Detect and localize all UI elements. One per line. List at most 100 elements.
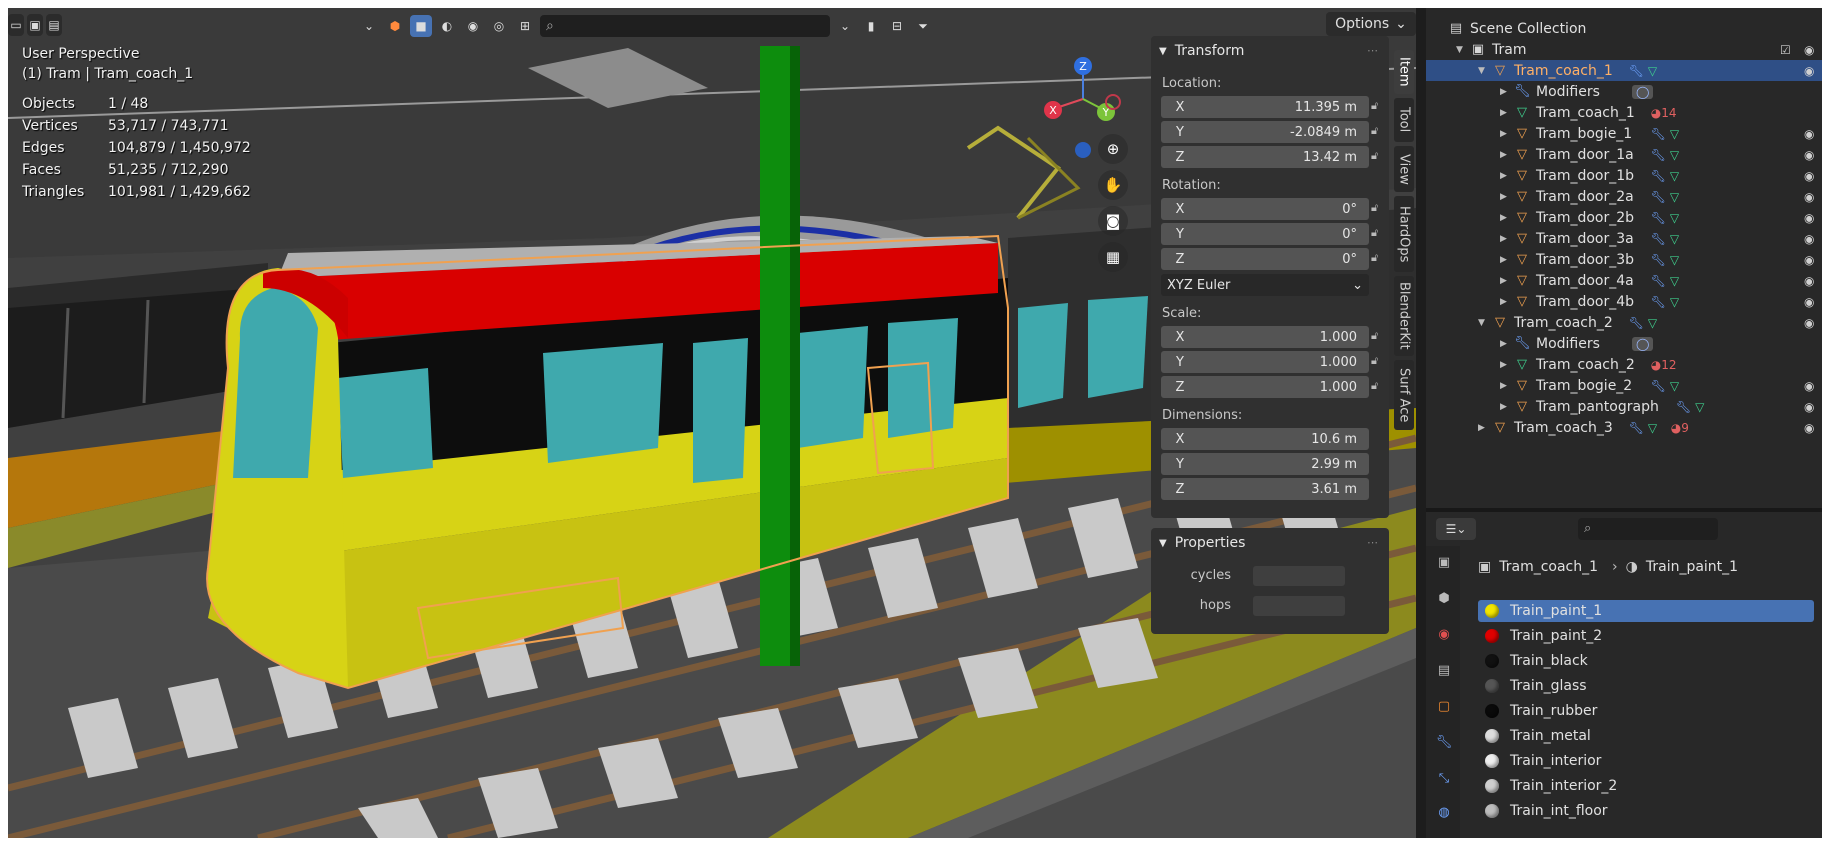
disclosure-collapsed-icon[interactable]: ▶ [1500, 171, 1507, 181]
scale-x-field[interactable]: X 1.000 [1161, 326, 1369, 348]
physics-tab-icon[interactable]: ◍ [1435, 804, 1453, 822]
location-x-field[interactable]: X 11.395 m [1161, 96, 1369, 118]
outliner-row[interactable]: ▶ ▽ Tram_door_3a 🔧︎ ▽ ◉ [1426, 228, 1822, 249]
outliner-row[interactable]: ▶ ▽ Tram_door_3b 🔧︎ ▽ ◉ [1426, 249, 1822, 270]
disclosure-collapsed-icon[interactable]: ▶ [1500, 108, 1507, 118]
scale-z-field[interactable]: Z 1.000 [1161, 376, 1369, 398]
disclosure-collapsed-icon[interactable]: ▶ [1500, 360, 1507, 370]
hand-pan-icon[interactable]: ✋ [1098, 170, 1128, 200]
outliner-row[interactable]: ▼ ▽ Tram_coach_1 🔧︎ ▽ ◉ [1426, 60, 1822, 81]
properties-header[interactable]: ▼ Properties [1159, 530, 1245, 556]
material-slot[interactable]: Train_glass [1478, 675, 1814, 697]
visibility-eye-icon[interactable]: ◉ [1804, 253, 1814, 267]
visibility-eye-icon[interactable]: ◉ [1804, 421, 1814, 435]
outliner-row[interactable]: ▶ ▽ Tram_door_2b 🔧︎ ▽ ◉ [1426, 207, 1822, 228]
outliner-row[interactable]: ▶ ▽ Tram_coach_3 🔧︎ ▽ ◕9 ◉ [1426, 417, 1822, 438]
camera-icon[interactable]: ◙ [1098, 206, 1128, 236]
disclosure-collapsed-icon[interactable]: ▶ [1500, 276, 1507, 286]
dimensions-y-field[interactable]: Y 2.99 m [1161, 453, 1369, 475]
visibility-eye-icon[interactable]: ◉ [1804, 295, 1814, 309]
lock-icon[interactable]: 🔓︎ [1371, 329, 1387, 345]
outliner-row[interactable]: ▶ ▽ Tram_door_4a 🔧︎ ▽ ◉ [1426, 270, 1822, 291]
tab-view[interactable]: View [1394, 146, 1414, 192]
location-y-field[interactable]: Y -2.0849 m [1161, 121, 1369, 143]
modifier-badge-icon[interactable]: ◯ [1632, 84, 1654, 99]
dimensions-x-field[interactable]: X 10.6 m [1161, 428, 1369, 450]
disclosure-collapsed-icon[interactable]: ▶ [1500, 297, 1507, 307]
rotation-mode-select[interactable]: XYZ Euler ⌄ [1161, 274, 1369, 296]
drag-handle-icon[interactable]: ⋯ [1367, 44, 1379, 57]
transform-header[interactable]: ▼ Transform [1159, 38, 1244, 64]
material-slot[interactable]: Train_interior_2 [1478, 775, 1814, 797]
cycles-field[interactable] [1253, 566, 1345, 586]
outliner-row[interactable]: ▶ 🔧︎ Modifiers ◯ [1426, 81, 1822, 102]
solid-shading-icon[interactable]: ■ [410, 15, 432, 37]
object-tab-icon[interactable]: ▢ [1435, 698, 1453, 716]
3d-viewport[interactable]: User Perspective (1) Tram | Tram_coach_1… [8, 8, 1416, 838]
disclosure-collapsed-icon[interactable]: ▶ [1500, 402, 1507, 412]
scene-tab-icon[interactable]: ⬢ [1435, 590, 1453, 608]
disclosure-collapsed-icon[interactable]: ▶ [1500, 87, 1507, 97]
material-slot[interactable]: Train_metal [1478, 725, 1814, 747]
visibility-eye-icon[interactable]: ◉ [1804, 190, 1814, 204]
lock-icon[interactable]: 🔓︎ [1371, 201, 1387, 217]
disclosure-collapsed-icon[interactable]: ▶ [1500, 381, 1507, 391]
material-shading-icon[interactable]: ◐ [436, 15, 458, 37]
visibility-eye-icon[interactable]: ◉ [1804, 169, 1814, 183]
outliner-row[interactable]: ▶ ▽ Tram_bogie_2 🔧︎ ▽ ◉ [1426, 375, 1822, 396]
tab-item[interactable]: Item [1394, 50, 1414, 94]
select-box-mode-icon[interactable]: ▭ [8, 14, 24, 36]
outliner-row[interactable]: ▶ ▽ Tram_door_1b 🔧︎ ▽ ◉ [1426, 165, 1822, 186]
disclosure-collapsed-icon[interactable]: ▶ [1500, 213, 1507, 223]
world-icon[interactable]: ◎ [488, 15, 510, 37]
outliner-row[interactable]: ▶ ▽ Tram_coach_1 ◕14 [1426, 102, 1822, 123]
options-button[interactable]: Options ⌄ [1326, 12, 1416, 36]
breadcrumb-object[interactable]: Tram_coach_1 [1499, 559, 1598, 575]
material-slot[interactable]: Train_interior [1478, 750, 1814, 772]
overlay-dropdown-icon[interactable]: ⌄ [834, 15, 856, 37]
collection-checkbox[interactable]: ☑ [1780, 43, 1791, 57]
outliner[interactable]: ▤ Scene Collection ▼ ▣ Tram ◉ ☑ ▼ ▽ Tram_coach_1 🔧… [1426, 8, 1822, 508]
visibility-eye-icon[interactable]: ◉ [1804, 127, 1814, 141]
material-slot[interactable]: Train_int_floor [1478, 800, 1814, 822]
editor-type-button[interactable]: ☰⌄ [1436, 518, 1476, 540]
world-tab-icon[interactable]: ◉ [1435, 626, 1453, 644]
select-subtract-mode-icon[interactable]: ▤ [46, 14, 62, 36]
rotation-z-field[interactable]: Z 0° [1161, 248, 1369, 270]
visibility-eye-icon[interactable]: ◉ [1804, 64, 1814, 78]
grid-perspective-icon[interactable]: ▦ [1098, 242, 1128, 272]
scale-y-field[interactable]: Y 1.000 [1161, 351, 1369, 373]
chevron-down-icon[interactable]: ⌄ [358, 15, 380, 37]
visibility-eye-icon[interactable]: ◉ [1804, 379, 1814, 393]
rotation-x-field[interactable]: X 0° [1161, 198, 1369, 220]
material-slot[interactable]: Train_rubber [1478, 700, 1814, 722]
material-slot[interactable]: Train_paint_1 [1478, 600, 1814, 622]
tab-tool[interactable]: Tool [1394, 98, 1414, 142]
render-shading-icon[interactable]: ◉ [462, 15, 484, 37]
breadcrumb-material[interactable]: Train_paint_1 [1646, 559, 1738, 575]
zoom-icon[interactable]: ⊕ [1098, 134, 1128, 164]
properties-search-input[interactable]: ⌕ [1578, 518, 1718, 540]
material-slot[interactable]: Train_paint_2 [1478, 625, 1814, 647]
outliner-row[interactable]: ▤ Scene Collection [1426, 18, 1822, 39]
lock-icon[interactable]: 🔓︎ [1371, 379, 1387, 395]
visibility-eye-icon[interactable]: ◉ [1804, 316, 1814, 330]
hops-field[interactable] [1253, 596, 1345, 616]
lock-icon[interactable]: 🔓︎ [1371, 226, 1387, 242]
visibility-eye-icon[interactable]: ◉ [1804, 232, 1814, 246]
disclosure-collapsed-icon[interactable]: ▶ [1500, 150, 1507, 160]
constraints-tab-icon[interactable]: ⤡ [1435, 770, 1453, 788]
visibility-eye-icon[interactable]: ◉ [1804, 211, 1814, 225]
visibility-eye-icon[interactable]: ◉ [1804, 400, 1814, 414]
drag-handle-icon[interactable]: ⋯ [1367, 536, 1379, 549]
filter-icon[interactable]: ⏷ [912, 15, 934, 37]
viewport-search-input[interactable]: ⌕ [540, 15, 830, 37]
outliner-row[interactable]: ▶ ▽ Tram_door_4b 🔧︎ ▽ ◉ [1426, 291, 1822, 312]
rotation-y-field[interactable]: Y 0° [1161, 223, 1369, 245]
visibility-eye-icon[interactable]: ◉ [1804, 43, 1814, 57]
outliner-row[interactable]: ▶ ▽ Tram_door_2a 🔧︎ ▽ ◉ [1426, 186, 1822, 207]
tab-blenderkit[interactable]: BlenderKit [1394, 276, 1414, 356]
lock-icon[interactable]: 🔓︎ [1371, 149, 1387, 165]
outliner-row[interactable]: ▶ ▽ Tram_pantograph 🔧︎ ▽ ◉ [1426, 396, 1822, 417]
disclosure-collapsed-icon[interactable]: ▶ [1478, 423, 1485, 433]
